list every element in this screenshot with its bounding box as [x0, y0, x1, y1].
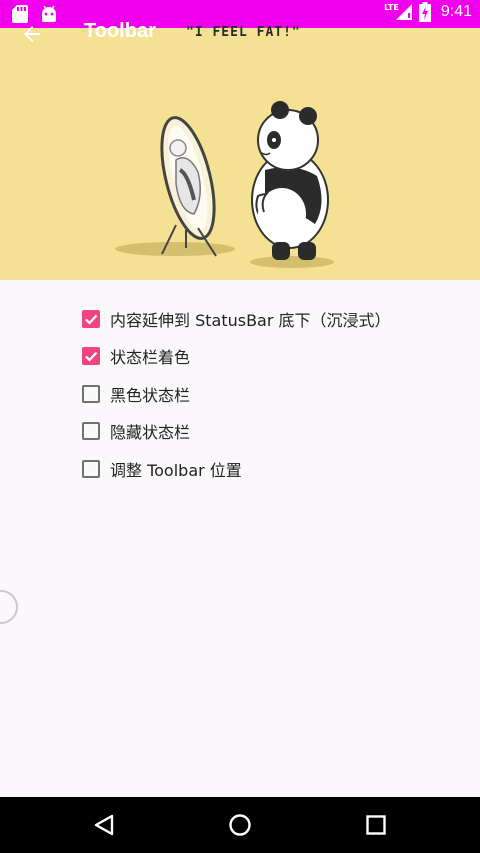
immersive-label: 内容延伸到 StatusBar 底下（沉浸式） — [110, 310, 391, 330]
panda-mirror-illustration — [115, 101, 334, 268]
dark-statusbar-label: 黑色状态栏 — [110, 385, 191, 405]
nav-recents-button[interactable] — [364, 813, 388, 841]
option-dark-statusbar[interactable]: 黑色状态栏 — [82, 375, 391, 413]
option-tint-statusbar[interactable]: 状态栏着色 — [82, 338, 391, 376]
option-hide-statusbar[interactable]: 隐藏状态栏 — [82, 413, 391, 451]
recents-square-icon — [366, 815, 386, 835]
options-list: 内容延伸到 StatusBar 底下（沉浸式） 状态栏着色 黑色状态栏 隐藏状态… — [82, 300, 391, 488]
nav-home-button[interactable] — [228, 813, 252, 841]
dark-statusbar-checkbox[interactable] — [82, 384, 100, 403]
back-arrow-button[interactable] — [20, 22, 44, 50]
hide-statusbar-label: 隐藏状态栏 — [110, 423, 191, 443]
hide-statusbar-checkbox[interactable] — [82, 422, 100, 441]
arrow-back-icon — [24, 26, 40, 42]
battery-charging-icon — [418, 2, 431, 22]
nav-back-button[interactable] — [92, 813, 116, 841]
network-type: LTE — [384, 2, 399, 12]
illustration-caption: "I FEEL FAT!" — [186, 25, 301, 40]
status-bar: LTE 9:41 — [0, 0, 480, 28]
home-circle-icon — [229, 814, 251, 836]
adjust-toolbar-label: 调整 Toolbar 位置 — [110, 460, 242, 480]
checkmark-icon — [85, 314, 98, 325]
toolbar-title: Toolbar — [84, 20, 156, 42]
back-triangle-icon — [94, 814, 114, 836]
option-adjust-toolbar[interactable]: 调整 Toolbar 位置 — [82, 450, 391, 488]
navigation-bar — [0, 797, 480, 853]
checkmark-icon — [85, 351, 98, 362]
immersive-checkbox[interactable] — [82, 309, 100, 328]
android-icon — [42, 5, 56, 22]
tint-statusbar-label: 状态栏着色 — [110, 348, 191, 368]
option-immersive[interactable]: 内容延伸到 StatusBar 底下（沉浸式） — [82, 300, 391, 338]
header-image — [0, 0, 480, 280]
status-time: 9:41 — [440, 3, 472, 20]
edge-handle[interactable] — [0, 590, 18, 624]
sd-card-icon — [12, 5, 28, 23]
tint-statusbar-checkbox[interactable] — [82, 347, 100, 366]
adjust-toolbar-checkbox[interactable] — [82, 459, 100, 478]
